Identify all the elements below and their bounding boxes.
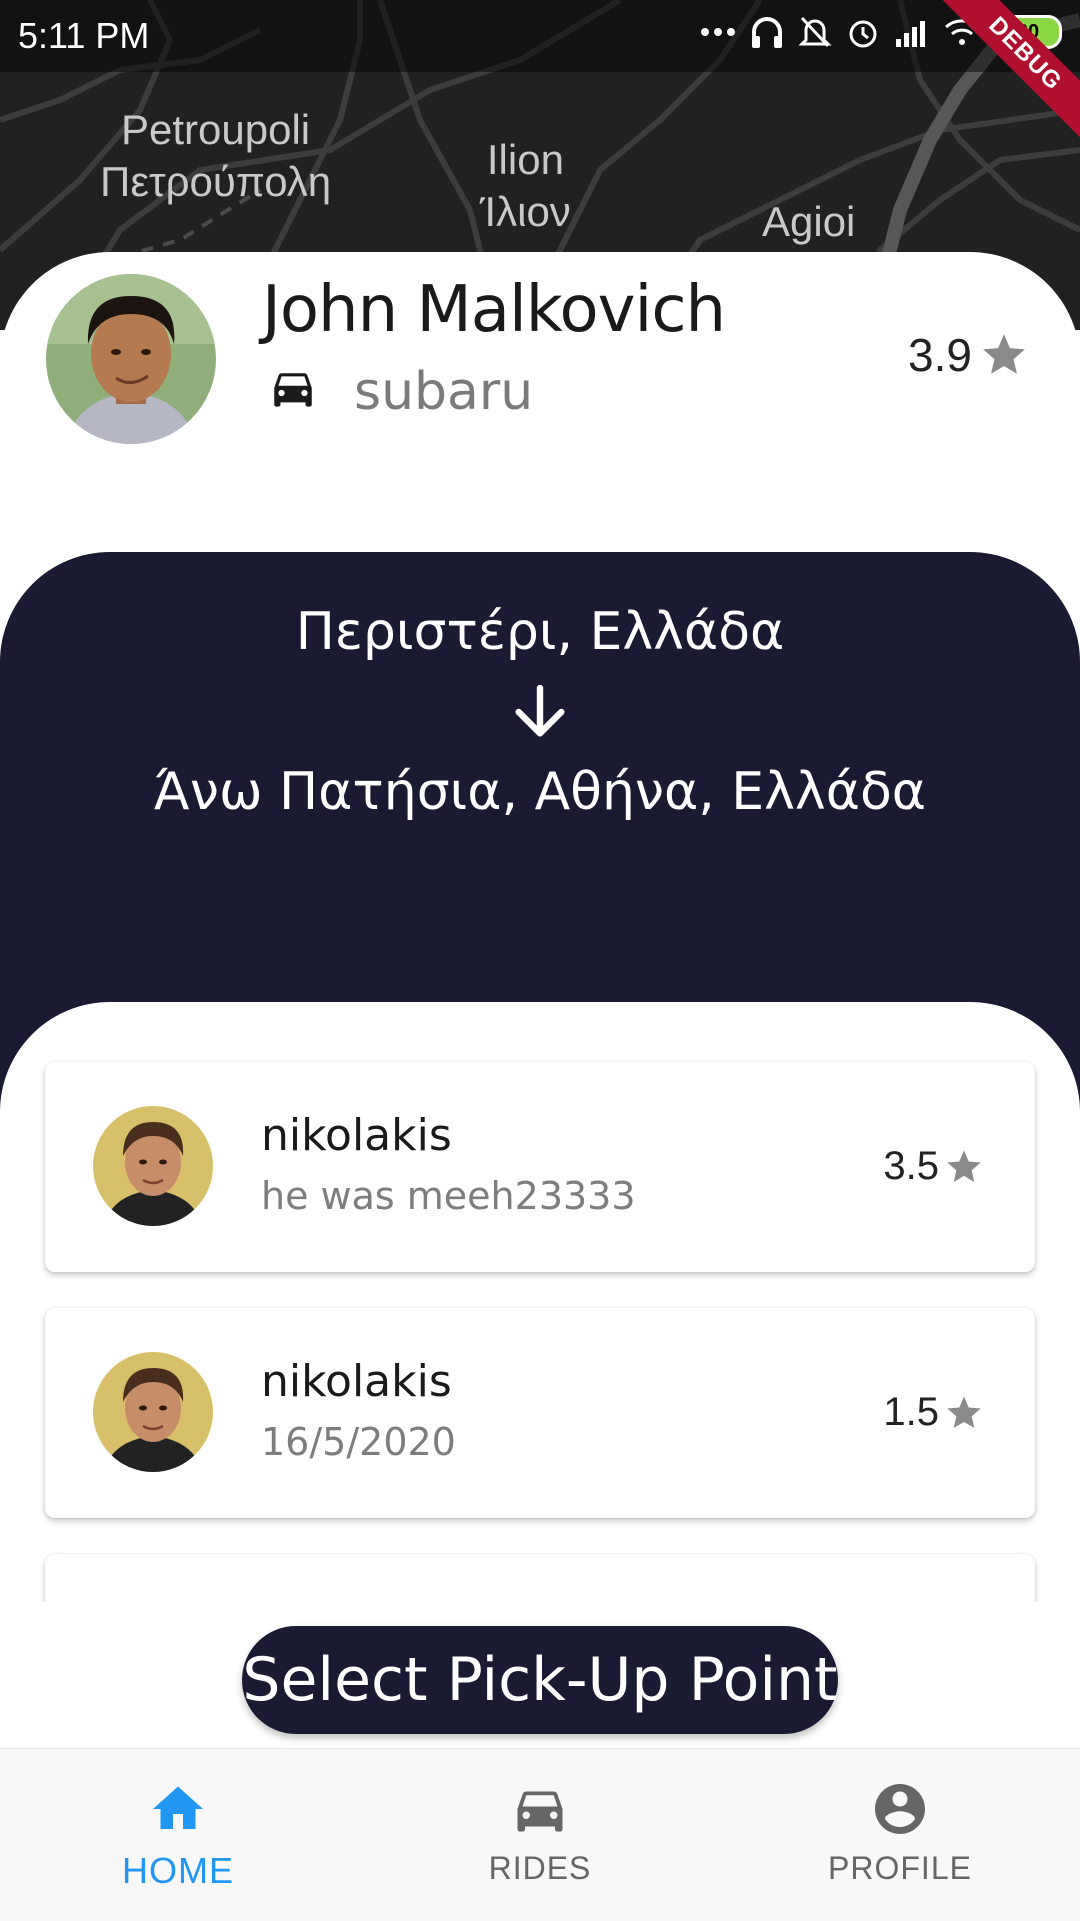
signal-icon [896,21,925,47]
review-rating-value: 1.5 [883,1390,939,1434]
headphones-icon [752,17,782,48]
driver-car-row: subaru [268,362,533,422]
reviews-panel[interactable]: nikolakis he was meeh23333 3.5 nikolakis… [0,1002,1080,1602]
car-icon [274,373,312,407]
driver-avatar [46,274,216,444]
map-label-line: Ilion [486,136,564,183]
map-label-ilion: Ilion Ίλιον [480,134,571,238]
reviewer-photo [93,1106,213,1226]
star-icon [947,1149,981,1182]
car-icon [517,1791,563,1832]
review-rating: 1.5 [883,1390,985,1435]
review-rating: 3.5 [883,1144,985,1189]
map-label-agioi: Agioi [762,196,855,248]
nav-label-rides: RIDES [488,1850,592,1886]
driver-rating: 3.9 [908,328,1030,382]
reviewer-name: nikolakis [261,1356,452,1407]
map-label-line: Agioi [762,198,856,245]
driver-car-model: subaru [354,362,534,422]
reviewer-avatar [93,1352,213,1472]
reviewer-name: nikolakis [261,1110,452,1161]
nav-item-rides[interactable]: RIDES [440,1779,640,1887]
select-pickup-button[interactable]: Select Pick-Up Point [242,1626,838,1734]
status-time: 5:11 PM [18,15,150,56]
review-card-partial[interactable] [45,1554,1035,1602]
route-destination: Άνω Πατήσια, Αθήνα, Ελλάδα [153,762,927,822]
review-date: 16/5/2020 [261,1420,456,1464]
map-label-line: Petroupoli [121,106,311,153]
nav-label-home: HOME [122,1850,234,1891]
nav-item-profile[interactable]: PROFILE [800,1779,1000,1887]
alarm-icon [849,20,877,48]
map-label-line: Ίλιον [480,188,571,235]
map-label-petroupoli: Petroupoli Πετρούπολη [100,104,331,208]
review-comment: he was meeh23333 [261,1174,636,1218]
route-origin: Περιστέρι, Ελλάδα [295,602,785,662]
review-rating-value: 3.5 [883,1144,939,1188]
status-bar: 5:11 PM 60 DEBUG [0,0,1080,150]
notifications-off-icon [798,16,832,48]
bottom-navigation: HOME RIDES PROFILE [0,1748,1080,1921]
nav-item-home[interactable]: HOME [78,1779,278,1892]
driver-name: John Malkovich [262,273,726,347]
arrow-down-icon [515,684,565,737]
star-icon [947,1395,981,1428]
account-icon [875,1784,925,1834]
driver-photo [46,274,216,444]
reviewer-photo [93,1352,213,1472]
map-label-line: Πετρούπολη [100,158,332,205]
home-icon [153,1786,203,1829]
more-dots-icon [701,28,735,36]
nav-label-profile: PROFILE [828,1850,972,1886]
review-card[interactable]: nikolakis 16/5/2020 1.5 [45,1308,1035,1518]
reviewer-avatar [93,1106,213,1226]
review-card[interactable]: nikolakis he was meeh23333 3.5 [45,1062,1035,1272]
driver-rating-value: 3.9 [908,329,972,381]
star-icon [983,334,1025,374]
